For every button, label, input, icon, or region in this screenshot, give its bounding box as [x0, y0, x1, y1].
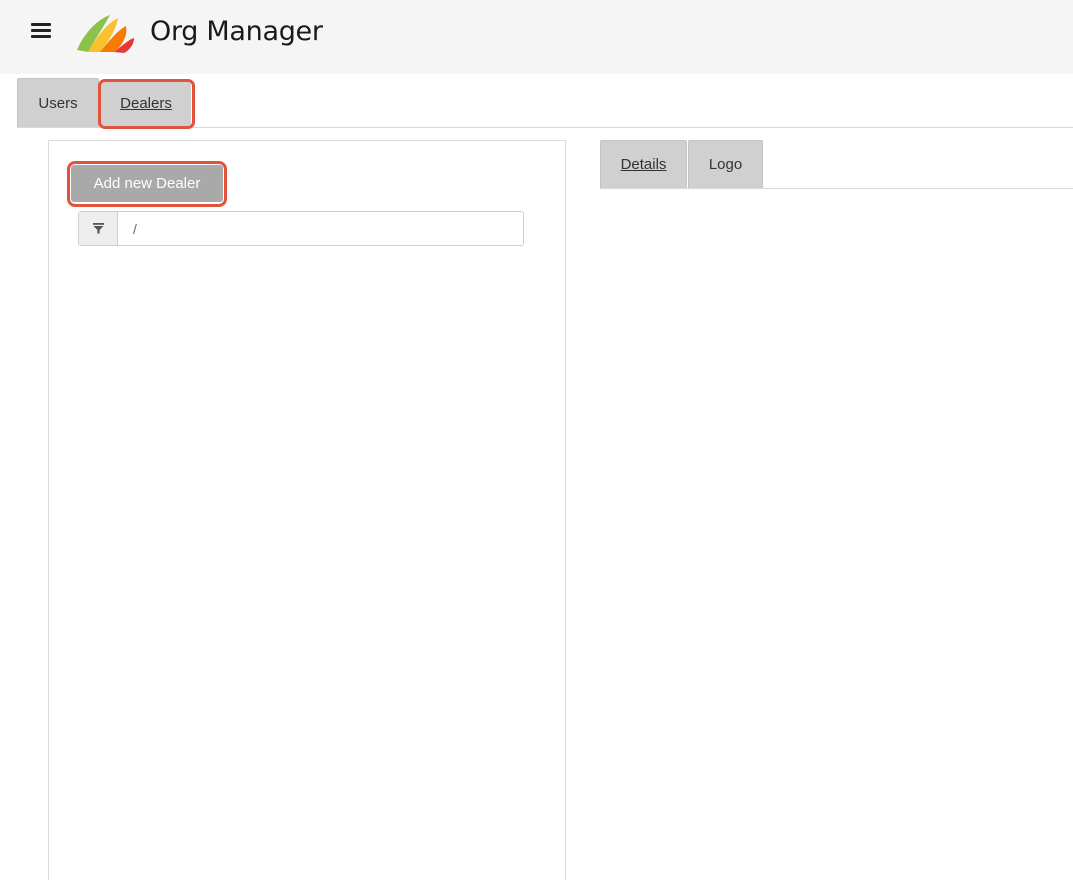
hamburger-menu-icon[interactable]: [31, 23, 51, 39]
app-title: Org Manager: [150, 16, 323, 47]
tab-dealers[interactable]: Dealers: [101, 80, 191, 127]
filter-icon: [79, 212, 118, 245]
dealer-filter-input[interactable]: [119, 212, 523, 245]
main-tabs: Users Dealers: [0, 74, 1073, 128]
detail-tabs: Details Logo: [600, 140, 1073, 189]
app-bar: Org Manager: [0, 0, 1073, 74]
org-manager-logo-icon: [77, 15, 134, 53]
add-new-dealer-button[interactable]: Add new Dealer: [71, 165, 223, 202]
tab-details[interactable]: Details: [600, 140, 687, 188]
dealer-list-panel: [48, 140, 566, 880]
dealer-filter: [78, 211, 524, 246]
tab-users[interactable]: Users: [17, 78, 99, 127]
tabs-divider: [17, 127, 1073, 128]
detail-tabs-divider: [600, 188, 1073, 189]
tab-logo[interactable]: Logo: [688, 140, 763, 188]
